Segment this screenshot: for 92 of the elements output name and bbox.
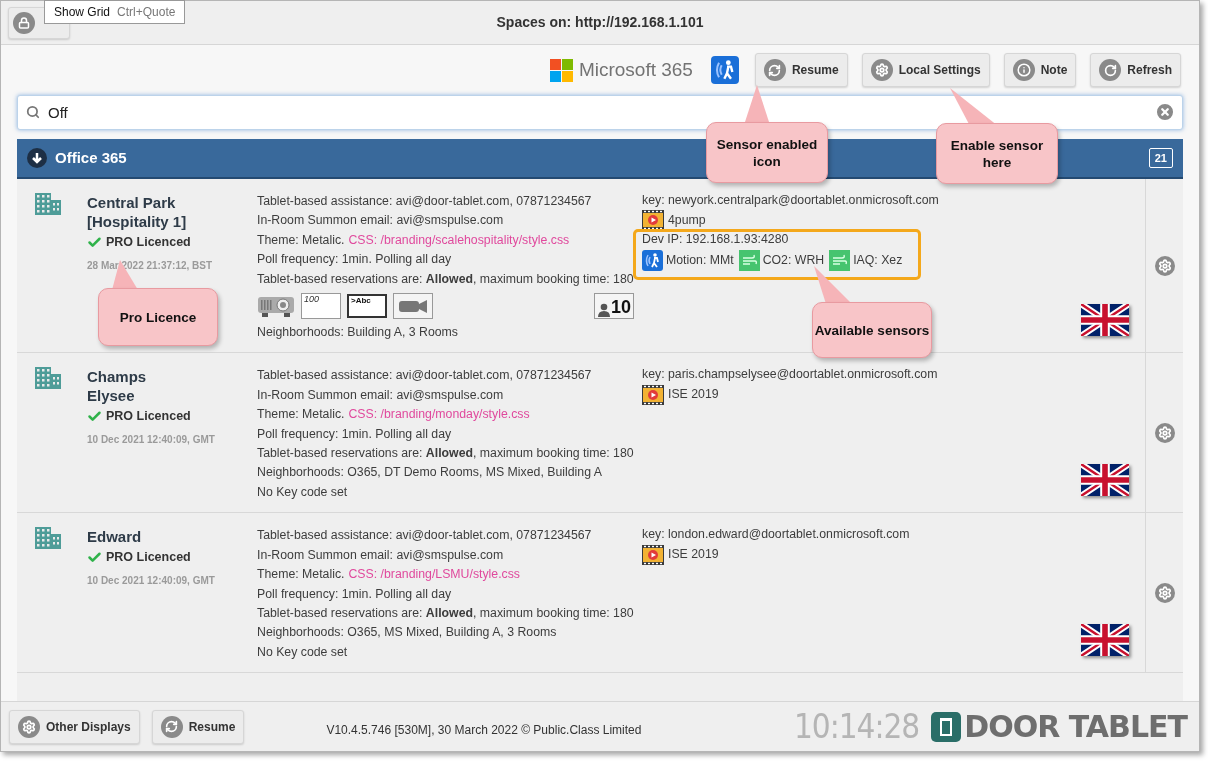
reservations-text: Tablet-based reservations are: Allowed, maximum booking time: 180: [257, 445, 635, 463]
calendar-name: ISE 2019: [668, 386, 719, 404]
summon-email-text: In-Room Summon email: avi@smspulse.com: [257, 212, 505, 230]
timestamp: 10 Dec 2021 12:40:09, GMT: [87, 433, 215, 448]
licence-status: PRO Licenced: [87, 407, 215, 427]
uk-flag-icon: [1081, 304, 1129, 337]
brand-logo-text: DOOR TABLET: [964, 711, 1187, 742]
room-name: Champs Elysee: [87, 367, 148, 406]
timestamp: 10 Dec 2021 12:40:09, GMT: [87, 574, 215, 589]
neighborhoods-text: Neighborhoods: O365, DT Demo Rooms, MS Mixed, Building A: [257, 464, 603, 482]
settings-icon[interactable]: [1154, 582, 1175, 603]
settings-icon: [18, 715, 40, 738]
window-title: Spaces on: http://192.168.1.101: [496, 13, 704, 32]
uk-flag-icon: [1081, 464, 1129, 497]
uk-flag-icon: [1081, 624, 1129, 657]
counter-display-icon: 100: [301, 293, 341, 320]
brand-name: Microsoft 365: [578, 57, 693, 82]
door-tablet-logo-icon: [931, 711, 962, 742]
assistance-text: Tablet-based assistance: avi@door-tablet.com, 07871234567: [257, 527, 593, 545]
calendar-name: ISE 2019: [668, 546, 719, 563]
key-code-text: No Key code set: [257, 643, 349, 661]
video-calendar-icon: [642, 210, 664, 231]
video-calendar-icon: [642, 544, 664, 565]
camera-icon: [393, 293, 433, 320]
motion-sensor-icon: [710, 56, 739, 84]
licence-status: PRO Licenced: [87, 233, 213, 252]
sensor-reading: Motion: MMt: [666, 251, 734, 269]
room-name: Central Park [Hospitality 1]: [87, 193, 188, 231]
calendar-name: 4pump: [668, 211, 706, 229]
air-sensor-icon: [738, 249, 760, 271]
assistance-text: Tablet-based assistance: avi@door-tablet.com, 07871234567: [257, 193, 593, 210]
toolbar-button[interactable]: Note: [1003, 53, 1077, 87]
settings-icon[interactable]: [1154, 255, 1175, 276]
projector-icon: [257, 294, 295, 319]
screen-icon: >Abc: [347, 294, 387, 319]
video-calendar-icon: [642, 384, 664, 405]
theme-text: Theme: Metalic.: [257, 566, 345, 584]
assistance-text: Tablet-based assistance: avi@door-tablet.com, 07871234567: [257, 367, 593, 385]
building-icon: [35, 193, 61, 215]
reload-icon: [1099, 59, 1122, 81]
key-text: key: newyork.centralpark@doortablet.onmicrosoft.com: [642, 192, 940, 209]
room-name: Edward: [87, 527, 143, 547]
callout-pointer: [812, 266, 852, 304]
check-icon: [87, 234, 102, 250]
summon-email-text: In-Room Summon email: avi@smspulse.com: [257, 546, 505, 564]
footer-button[interactable]: Resume: [151, 709, 245, 744]
building-icon: [35, 367, 61, 390]
tooltip-label: Show Grid: [54, 4, 111, 21]
summon-email-text: In-Room Summon email: avi@smspulse.com: [257, 386, 505, 404]
tooltip-shortcut: Ctrl+Quote: [117, 4, 176, 21]
poll-frequency-text: Poll frequency: 1min. Polling all day: [257, 585, 453, 603]
neighborhoods-text: Neighborhoods: O365, MS Mixed, Building A, 3 Rooms: [257, 624, 558, 642]
collapse-icon: [27, 148, 47, 168]
toolbar-button[interactable]: Resume: [754, 53, 848, 87]
reservations-text: Tablet-based reservations are: Allowed, maximum booking time: 180: [257, 604, 635, 622]
building-icon: [35, 527, 61, 550]
poll-frequency-text: Poll frequency: 1min. Polling all day: [257, 425, 453, 443]
refresh-icon: [763, 59, 786, 81]
toolbar-button[interactable]: Local Settings: [861, 53, 990, 87]
key-text: key: paris.champselysee@doortablet.onmicrosoft.com: [642, 366, 939, 384]
sensor-reading: CO2: WRH: [762, 251, 825, 269]
callout: Available sensors: [812, 302, 932, 358]
clock: 10:14:28: [793, 705, 920, 748]
capacity-badge: 10: [594, 293, 634, 320]
microsoft-logo-icon: [549, 58, 573, 82]
air-sensor-icon: [829, 249, 851, 271]
callout: Enable sensor here: [936, 123, 1058, 184]
refresh-icon: [160, 715, 183, 738]
search-field[interactable]: Off: [17, 95, 1183, 130]
group-title: Office 365: [55, 147, 127, 168]
info-icon: [1012, 59, 1035, 81]
sensor-reading: IAQ: Xez: [853, 251, 903, 269]
settings-icon: [870, 59, 893, 81]
key-code-text: No Key code set: [257, 483, 349, 501]
neighborhoods-text: Neighborhoods: Building A, 3 Rooms: [257, 324, 459, 342]
settings-icon[interactable]: [1154, 422, 1175, 443]
callout: Sensor enabled icon: [706, 122, 828, 183]
reservations-text: Tablet-based reservations are: Allowed, maximum booking time: 180: [257, 270, 635, 288]
toolbar-button[interactable]: Refresh: [1090, 53, 1181, 87]
search-icon: [26, 105, 40, 119]
theme-text: Theme: Metalic.: [257, 231, 345, 249]
count-badge: 21: [1148, 148, 1173, 168]
callout: Pro Licence: [98, 288, 218, 346]
poll-frequency-text: Poll frequency: 1min. Polling all day: [257, 251, 453, 269]
licence-status: PRO Licenced: [87, 548, 215, 568]
motion-sensor-icon: [642, 249, 663, 271]
lock-icon: [13, 12, 35, 34]
device-ip-text: Dev IP: 192.168.1.93:4280: [642, 231, 790, 249]
theme-text: Theme: Metalic.: [257, 406, 345, 424]
version-text: V10.4.5.746 [530M], 30 March 2022 © Public.Class Limited: [326, 721, 642, 739]
key-text: key: london.edward@doortablet.onmicrosoft.com: [642, 526, 911, 544]
footer-button[interactable]: Other Displays: [9, 709, 140, 744]
